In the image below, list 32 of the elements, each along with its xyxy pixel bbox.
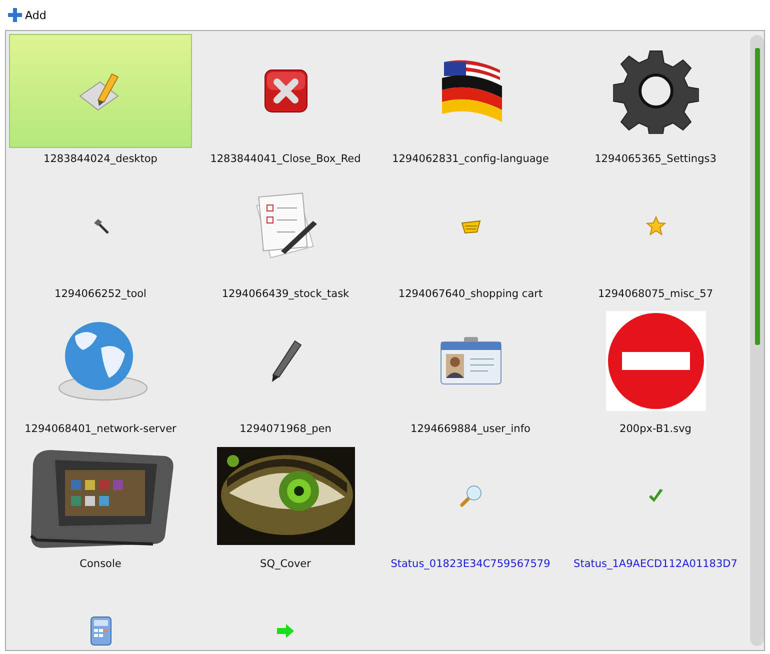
plus-icon xyxy=(8,8,22,22)
scrollbar[interactable] xyxy=(750,35,764,646)
id-card-icon xyxy=(440,337,502,385)
file-name: Status_1A9AECD112A01183D7 xyxy=(574,558,738,570)
gear-icon xyxy=(612,48,698,134)
file-name: 1283844024_desktop xyxy=(44,153,158,165)
basket-icon xyxy=(460,218,480,234)
calculator-icon xyxy=(90,616,112,646)
file-name: 1294068401_network-server xyxy=(24,423,176,435)
file-name: 200px-B1.svg xyxy=(620,423,692,435)
file-name: 1294066252_tool xyxy=(54,288,146,300)
file-name: 1294067640_shopping cart xyxy=(398,288,543,300)
file-name: 1283844041_Close_Box_Red xyxy=(210,153,361,165)
file-name: 1294066439_stock_task xyxy=(222,288,350,300)
file-name: 1294062831_config-language xyxy=(392,153,549,165)
hammer-icon xyxy=(92,218,108,234)
file-name: Status_01823E34C759567579 xyxy=(390,558,550,570)
file-tile[interactable] xyxy=(9,34,192,148)
arrow-icon xyxy=(276,624,294,638)
scrollbar-thumb[interactable] xyxy=(754,48,760,345)
file-name: SQ_Cover xyxy=(260,558,311,570)
magnifier-icon xyxy=(458,484,482,508)
add-button[interactable]: Add xyxy=(8,8,46,22)
file-name: 1294669884_user_info xyxy=(410,423,530,435)
close-icon xyxy=(264,69,308,113)
file-name: 1294071968_pen xyxy=(240,423,332,435)
star-icon xyxy=(646,216,666,236)
checkmark-icon xyxy=(648,488,664,504)
no-entry-icon xyxy=(606,311,706,411)
file-name: 1294065365_Settings3 xyxy=(594,153,716,165)
file-name: 1294068075_misc_57 xyxy=(598,288,714,300)
file-name: Console xyxy=(80,558,122,570)
